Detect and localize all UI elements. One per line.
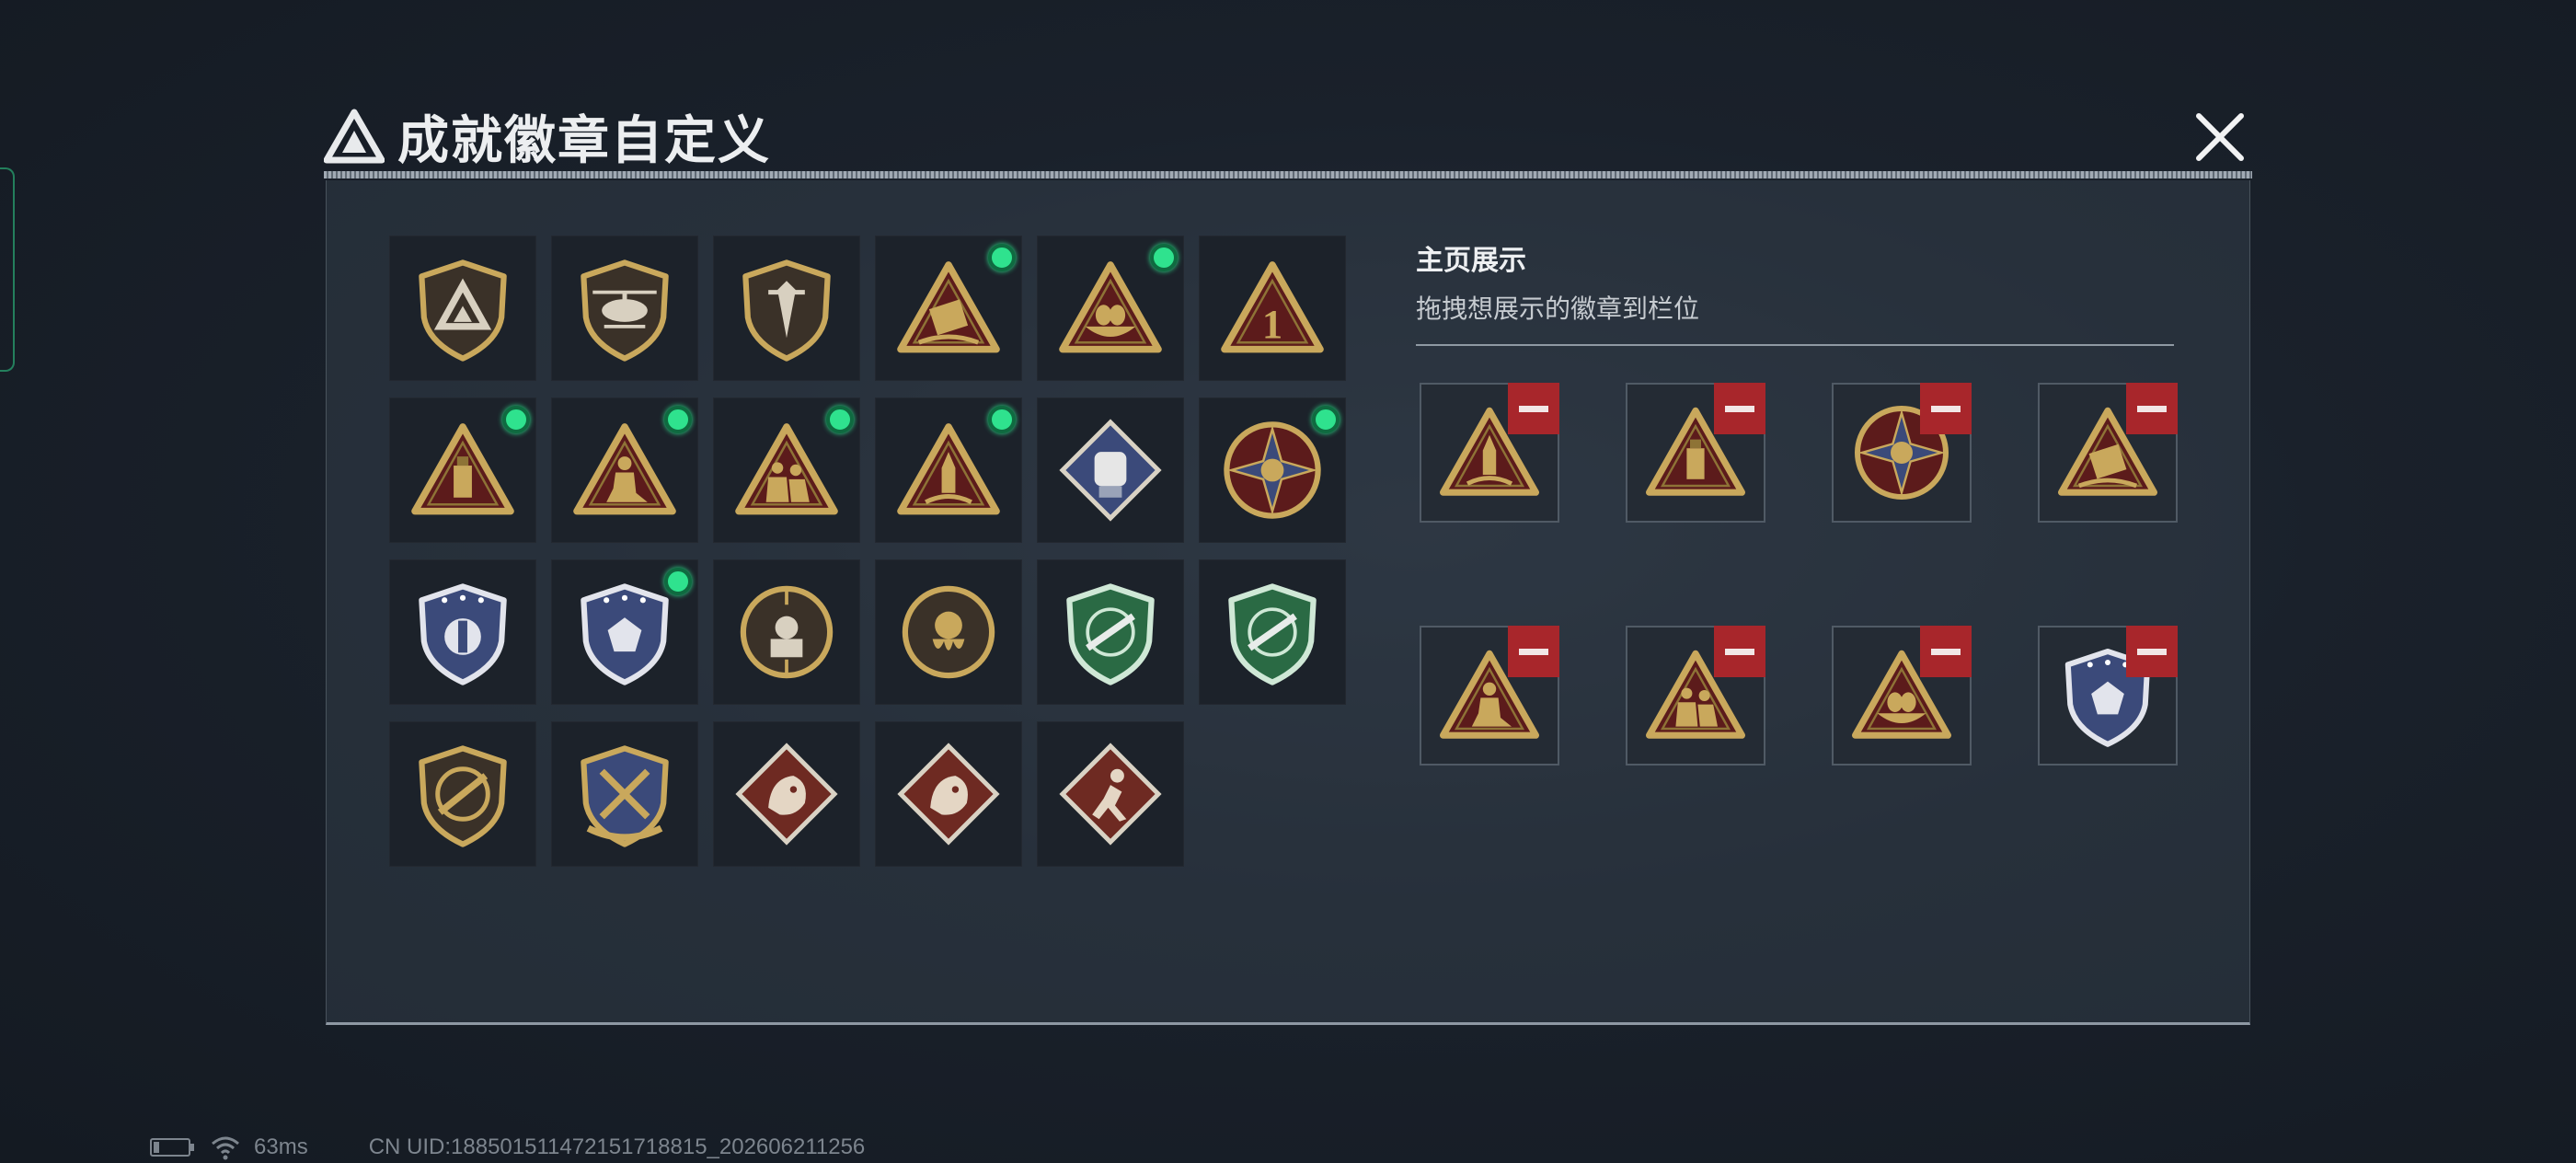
showcase-slot[interactable]	[1420, 626, 1559, 766]
badge-cell[interactable]	[875, 721, 1022, 867]
octopus-circle-badge-icon	[902, 585, 995, 679]
showcase-divider	[1416, 344, 2174, 346]
badge-collection-grid: 1	[389, 236, 1346, 867]
number-one-triangle-badge-icon: 1	[1221, 261, 1324, 353]
showcase-slots	[1420, 383, 2178, 766]
side-tab-edge[interactable]	[0, 167, 15, 372]
minus-icon	[1519, 648, 1548, 655]
eggs-nest-triangle-badge-icon	[1059, 261, 1162, 353]
badge-cell[interactable]	[389, 559, 536, 705]
remove-badge-button[interactable]	[1508, 383, 1559, 434]
badge-cell[interactable]	[713, 721, 860, 867]
badge-cell[interactable]	[713, 236, 860, 381]
showcase-slot[interactable]	[2038, 626, 2178, 766]
badge-cell[interactable]	[551, 721, 698, 867]
remove-badge-button[interactable]	[1920, 626, 1972, 677]
skull-compass-star-badge-icon	[1224, 421, 1321, 519]
remove-badge-button[interactable]	[1920, 383, 1972, 434]
selected-indicator-dot	[826, 406, 854, 433]
badge-customization-panel: 1 主页展示 拖拽想展示的徽章到栏位	[326, 180, 2250, 1025]
sniper-crosshair-circle-badge-icon	[740, 585, 834, 679]
badge-cell[interactable]	[389, 236, 536, 381]
badge-cell[interactable]	[389, 721, 536, 867]
svg-text:1: 1	[1262, 301, 1282, 347]
selected-indicator-dot	[502, 406, 530, 433]
minus-icon	[1519, 405, 1548, 412]
remove-badge-button[interactable]	[2126, 383, 2178, 434]
badge-cell[interactable]: 1	[1199, 236, 1346, 381]
showcase-title: 主页展示	[1416, 246, 1526, 276]
soldiers-triangle-badge-icon	[735, 423, 838, 515]
selected-indicator-dot	[988, 406, 1016, 433]
showcase-slot[interactable]	[1832, 383, 1972, 523]
minus-icon	[1725, 405, 1754, 412]
badge-cell[interactable]	[389, 397, 536, 543]
homepage-showcase-section: 主页展示 拖拽想展示的徽章到栏位	[1416, 237, 2174, 346]
remove-badge-button[interactable]	[1714, 626, 1765, 677]
badge-cell[interactable]	[1199, 559, 1346, 705]
remove-badge-button[interactable]	[2126, 626, 2178, 677]
title-divider	[324, 171, 2252, 178]
badge-cell[interactable]	[713, 559, 860, 705]
wifi-icon	[212, 1136, 239, 1160]
minus-icon	[2137, 405, 2167, 412]
page-title: 成就徽章自定义	[397, 110, 771, 169]
green-rifle-shield-badge-icon	[1066, 583, 1155, 685]
badge-cell[interactable]	[1037, 721, 1184, 867]
badge-cell[interactable]	[1037, 397, 1184, 543]
triangle-logo-shield-badge-icon	[419, 259, 507, 362]
dragon-diamond-badge-icon	[735, 743, 838, 846]
selected-indicator-dot	[664, 406, 692, 433]
selected-indicator-dot	[988, 244, 1016, 271]
runner-diamond-badge-icon	[1059, 743, 1162, 846]
fist-diamond-badge-icon	[1059, 419, 1162, 522]
showcase-slot[interactable]	[1626, 626, 1765, 766]
helicopter-shield-badge-icon	[581, 259, 669, 362]
badge-cell[interactable]	[1037, 236, 1184, 381]
dragon-diamond-badge-icon	[897, 743, 1000, 846]
dagger-shield-badge-icon	[742, 259, 831, 362]
minus-icon	[1725, 648, 1754, 655]
showcase-slot[interactable]	[1420, 383, 1559, 523]
close-x-icon[interactable]	[2190, 107, 2250, 167]
triangle-logo-icon	[324, 109, 385, 164]
uid-readout: CN UID:18850151147215171881​5_2026062112…	[368, 1134, 866, 1159]
blue-gem-shield-badge-icon	[581, 583, 669, 685]
green-rifle-shield-badge-icon	[1228, 583, 1317, 685]
missile-pod-triangle-badge-icon	[897, 261, 1000, 353]
window-header: 成就徽章自定义	[324, 99, 771, 173]
selected-indicator-dot	[1150, 244, 1178, 271]
badge-cell[interactable]	[875, 397, 1022, 543]
minus-icon	[1931, 405, 1961, 412]
selected-indicator-dot	[1312, 406, 1340, 433]
selected-indicator-dot	[664, 568, 692, 595]
remove-badge-button[interactable]	[1508, 626, 1559, 677]
badge-cell[interactable]	[551, 559, 698, 705]
crossed-blades-gold-shield-badge-icon	[581, 745, 669, 847]
badge-cell[interactable]	[551, 397, 698, 543]
rocket-triangle-badge-icon	[897, 423, 1000, 515]
badge-cell[interactable]	[713, 397, 860, 543]
showcase-slot[interactable]	[1626, 383, 1765, 523]
badge-cell[interactable]	[875, 559, 1022, 705]
badge-cell[interactable]	[1037, 559, 1184, 705]
badge-cell[interactable]	[551, 236, 698, 381]
showcase-slot[interactable]	[2038, 383, 2178, 523]
blue-stars-shield-badge-icon	[419, 583, 507, 685]
usb-drive-triangle-badge-icon	[411, 423, 514, 515]
rifle-circle-shield-badge-icon	[419, 745, 507, 847]
remove-badge-button[interactable]	[1714, 383, 1765, 434]
status-bar: 63ms CN UID:18850151147215171881​5_20260…	[149, 1134, 866, 1160]
badge-cell[interactable]	[1199, 397, 1346, 543]
battery-icon	[150, 1138, 194, 1157]
showcase-slot[interactable]	[1832, 626, 1972, 766]
showcase-subtitle: 拖拽想展示的徽章到栏位	[1416, 294, 1700, 323]
kneeling-soldier-triangle-badge-icon	[573, 423, 676, 515]
badge-cell[interactable]	[875, 236, 1022, 381]
minus-icon	[2137, 648, 2167, 655]
ping-readout: 63ms	[254, 1134, 308, 1159]
minus-icon	[1931, 648, 1961, 655]
